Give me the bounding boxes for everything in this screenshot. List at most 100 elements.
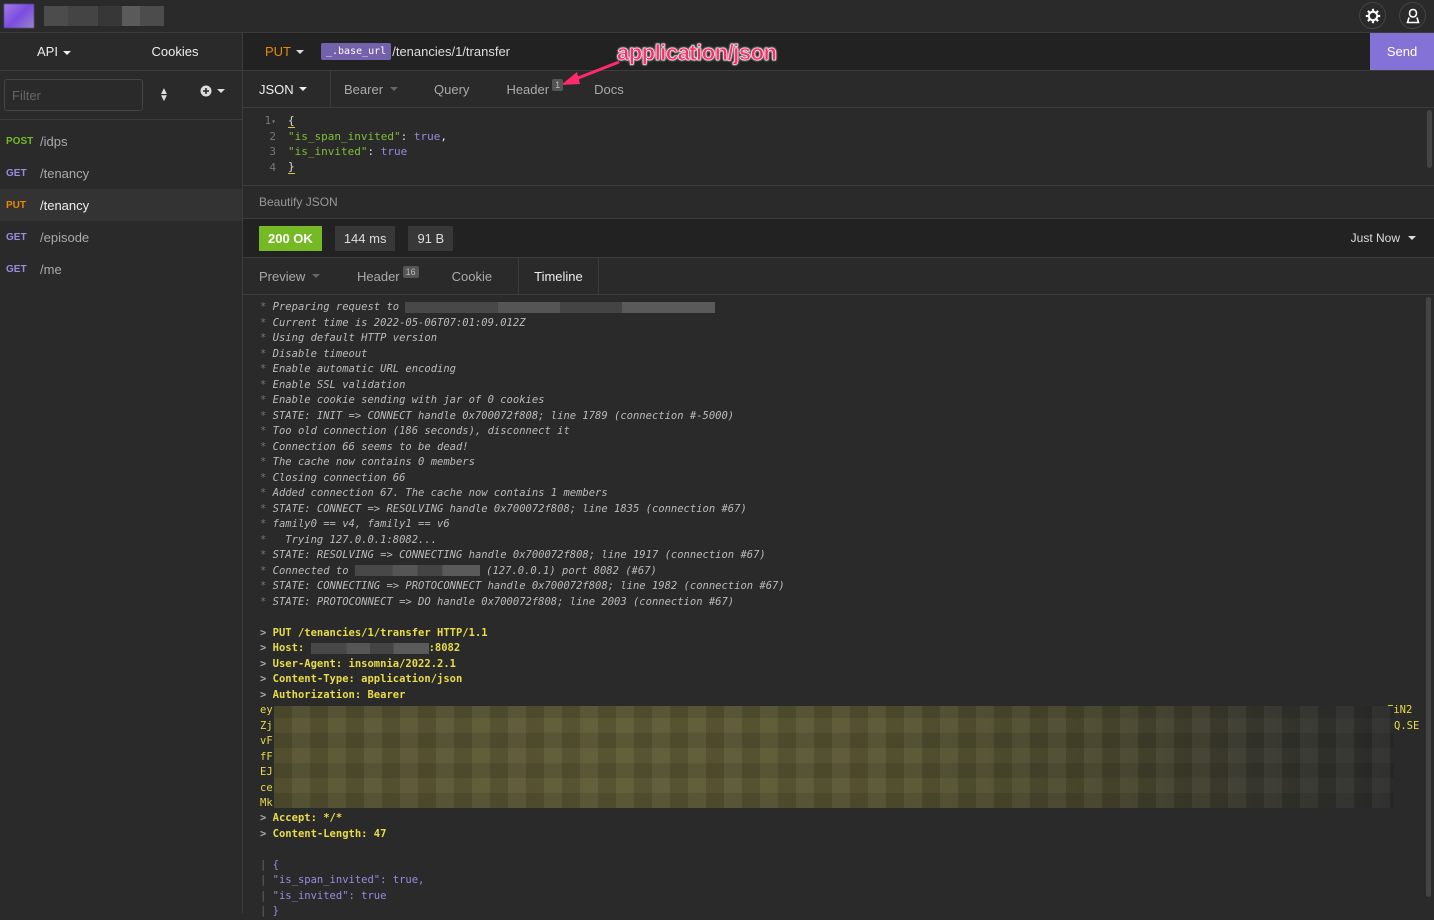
- request-item-get-episode[interactable]: GET/episode: [0, 221, 242, 253]
- timeline-body-line: | "is_span_invited": true,: [260, 873, 1434, 889]
- editor-scrollbar[interactable]: [1427, 110, 1432, 168]
- env-variable-tag[interactable]: _.base_url: [321, 43, 392, 60]
- line-prefix: *: [260, 471, 273, 484]
- history-dropdown[interactable]: Just Now: [1351, 231, 1416, 245]
- line-text: Content-Type: application/json: [272, 673, 463, 685]
- method-badge: GET: [6, 231, 27, 243]
- line-text: STATE: CONNECTING => PROTOCONNECT handle…: [272, 580, 785, 592]
- url-input[interactable]: _.base_url /tenancies/1/transfer: [321, 43, 510, 60]
- timeline-scrollbar[interactable]: [1426, 297, 1431, 897]
- line-text: family0 == v4, family1 == v6: [272, 518, 450, 530]
- line-text: Enable automatic URL encoding: [272, 363, 456, 375]
- tab-response-header[interactable]: Header 16: [357, 258, 419, 294]
- sort-icon: ▲ ▼: [159, 86, 169, 104]
- timeline-info-line: * Enable automatic URL encoding: [260, 362, 1434, 378]
- url-bar: PUT _.base_url /tenancies/1/transfer Sen…: [243, 33, 1434, 70]
- timeline-info-line: * STATE: RESOLVING => CONNECTING handle …: [260, 548, 1434, 564]
- request-path: /me: [40, 261, 62, 277]
- redacted-host: [310, 642, 429, 654]
- request-item-put-tenancy[interactable]: PUT/tenancy: [0, 189, 242, 221]
- sort-button[interactable]: ▲ ▼: [159, 86, 169, 104]
- line-text: Too old connection (186 seconds), discon…: [272, 425, 570, 437]
- line-prefix: *: [260, 316, 273, 329]
- redacted-app-name: [44, 6, 164, 26]
- response-size: 91 B: [408, 225, 454, 251]
- line-prefix: *: [260, 518, 273, 530]
- workspace-dropdown[interactable]: API: [0, 44, 108, 59]
- method-label: PUT: [265, 44, 291, 59]
- tab-cookie[interactable]: Cookie: [452, 258, 492, 294]
- timeline-body-line: | {: [260, 858, 1434, 874]
- url-path: /tenancies/1/transfer: [392, 44, 511, 59]
- chevron-down-icon: [1408, 236, 1416, 240]
- method-badge: POST: [6, 135, 34, 147]
- request-path: /idps: [40, 133, 68, 149]
- timeline-panel: * Preparing request to * Current time is…: [243, 295, 1434, 920]
- redacted-token-overlay: [274, 706, 1394, 808]
- request-item-get-tenancy[interactable]: GET/tenancy: [0, 157, 242, 189]
- tab-header[interactable]: Header 1: [506, 79, 564, 97]
- timeline-info-line: * Using default HTTP version: [260, 331, 1434, 347]
- app-logo: [4, 4, 34, 28]
- timeline-info-line: * Enable cookie sending with jar of 0 co…: [260, 393, 1434, 409]
- tab-label: Preview: [259, 268, 306, 284]
- timeline-info-line: * family0 == v4, family1 == v6: [260, 517, 1434, 533]
- timeline-info-line: * Trying 127.0.0.1:8082...: [260, 533, 1434, 549]
- line-prefix: *: [260, 440, 273, 453]
- line-text: Host:: [272, 642, 311, 654]
- timeline-info-line: * Disable timeout: [260, 347, 1434, 363]
- timeline-info-line: * Connected to (127.0.0.1) port 8082 (#6…: [260, 564, 1434, 580]
- line-text: Enable cookie sending with jar of 0 cook…: [272, 394, 545, 406]
- token-fragment: Mk: [260, 797, 273, 809]
- line-text: {: [272, 858, 279, 871]
- token-fragment: ce: [260, 781, 273, 794]
- timeline-request-line: > PUT /tenancies/1/transfer HTTP/1.1: [260, 626, 1434, 642]
- filter-input[interactable]: [4, 79, 143, 111]
- tab-timeline[interactable]: Timeline: [518, 258, 599, 294]
- line-text: Enable SSL validation: [272, 378, 406, 391]
- settings-button[interactable]: [1359, 2, 1386, 29]
- tab-label: JSON: [259, 81, 294, 97]
- line-text: User-Agent: insomnia/2022.2.1: [272, 657, 456, 670]
- tab-preview[interactable]: Preview: [243, 258, 342, 294]
- line-prefix: >: [260, 626, 273, 639]
- request-item-post-idps[interactable]: POST/idps: [0, 125, 242, 157]
- add-request-button[interactable]: [200, 85, 225, 97]
- workspace-label: API: [37, 44, 58, 59]
- annotation-arrow-icon: [561, 60, 620, 85]
- request-item-get-me[interactable]: GET/me: [0, 253, 242, 285]
- line-prefix: *: [260, 502, 273, 515]
- status-badge: 200 OK: [259, 225, 322, 251]
- timeline-info-line: * Too old connection (186 seconds), disc…: [260, 424, 1434, 440]
- beautify-json-button[interactable]: Beautify JSON: [243, 185, 1434, 219]
- line-prefix: >: [260, 827, 273, 840]
- filter-row: ▲▼: [0, 70, 242, 120]
- request-path: /tenancy: [40, 165, 90, 181]
- tab-body-json[interactable]: JSON: [243, 71, 331, 107]
- line-text: Connected to: [272, 564, 355, 577]
- line-prefix: >: [260, 657, 273, 670]
- tab-query[interactable]: Query: [434, 82, 469, 97]
- line-prefix: |: [260, 889, 273, 902]
- code-text: {: [288, 113, 295, 128]
- main-panel: PUT _.base_url /tenancies/1/transfer Sen…: [243, 33, 1434, 917]
- timeline-request-line: > Accept: */*: [260, 811, 1434, 827]
- json-key: "is_span_invited": [288, 129, 401, 143]
- timeline-info-line: * STATE: INIT => CONNECT handle 0x700072…: [260, 409, 1434, 425]
- line-prefix: *: [260, 487, 273, 499]
- response-status-bar: 200 OK 144 ms 91 B Just Now: [243, 219, 1434, 257]
- annotation-label: application/json: [617, 40, 777, 66]
- account-button[interactable]: [1399, 2, 1426, 29]
- tab-auth-bearer[interactable]: Bearer: [344, 82, 399, 97]
- method-dropdown[interactable]: PUT: [243, 44, 321, 59]
- request-list: POST/idps GET/tenancy PUT/tenancy GET/ep…: [0, 125, 242, 285]
- timeline-info-line: * Enable SSL validation: [260, 378, 1434, 394]
- chevron-down-icon: [390, 87, 399, 91]
- line-text: The cache now contains 0 members: [272, 456, 475, 468]
- send-button[interactable]: Send: [1370, 33, 1434, 70]
- cookies-button[interactable]: Cookies: [108, 44, 242, 59]
- timeline-info-line: * Closing connection 66: [260, 471, 1434, 487]
- body-editor[interactable]: 1▾{ 2 "is_span_invited": true, 3 "is_invit…: [243, 108, 1434, 185]
- line-prefix: *: [260, 564, 273, 577]
